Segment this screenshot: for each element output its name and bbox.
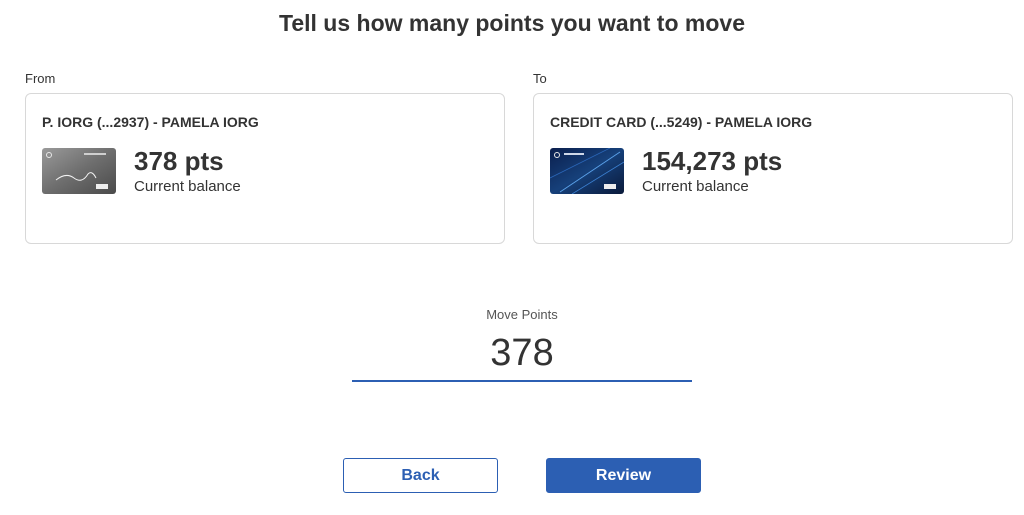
to-account-name: CREDIT CARD (...5249) - PAMELA IORG: [550, 114, 813, 130]
page-title: Tell us how many points you want to move: [278, 10, 745, 36]
to-balance: 154,273 pts: [642, 146, 783, 176]
to-account-card: CREDIT CARD (...5249) - PAMELA IORG 154,…: [533, 93, 1013, 244]
from-balance-caption: Current balance: [134, 178, 241, 195]
from-balance: 378 pts: [134, 146, 224, 176]
credit-card-silver-icon: [42, 148, 116, 194]
transfer-points-page: Tell us how many points you want to move…: [0, 0, 1024, 515]
from-label: From: [25, 71, 56, 86]
to-label: To: [533, 71, 547, 86]
review-button[interactable]: Review: [546, 458, 701, 493]
from-account-name: P. IORG (...2937) - PAMELA IORG: [42, 114, 259, 130]
move-points-label: Move Points: [486, 307, 558, 322]
credit-card-blue-icon: [550, 148, 624, 194]
from-account-card: P. IORG (...2937) - PAMELA IORG 378 pts …: [25, 93, 505, 244]
move-points-input[interactable]: [352, 326, 692, 382]
back-button[interactable]: Back: [343, 458, 498, 493]
to-balance-caption: Current balance: [642, 178, 749, 195]
